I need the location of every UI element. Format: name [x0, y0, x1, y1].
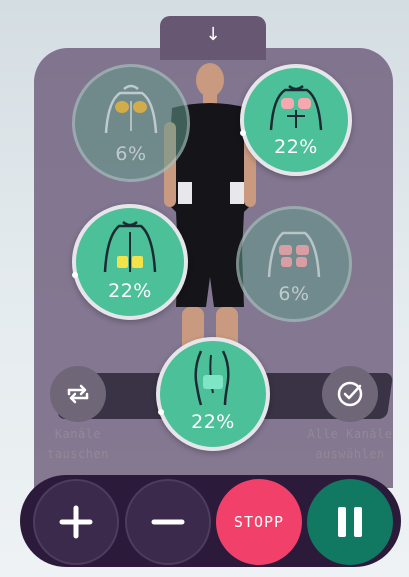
swap-arrows-icon — [67, 384, 89, 404]
increase-intensity-button[interactable] — [33, 479, 119, 565]
check-circle-icon — [337, 381, 363, 407]
plus-icon — [59, 505, 93, 539]
channel-percent: 6% — [278, 283, 310, 305]
channel-percent: 22% — [108, 280, 152, 302]
swap-channels-label: Kanäle tauschen — [18, 424, 138, 464]
channel-lower-back[interactable]: 22% — [72, 204, 188, 320]
legs-icon — [194, 350, 230, 406]
minus-icon — [151, 519, 185, 525]
channel-percent: 22% — [274, 136, 318, 158]
collapse-handle[interactable]: ↓ — [160, 16, 266, 60]
channel-percent: 6% — [115, 143, 147, 165]
app-screen: ↓ 6% 22% 22% 6% 22% Kanäle tauschen Alle… — [0, 0, 409, 577]
abdomen-icon — [267, 231, 321, 278]
swap-label-line1: Kanäle — [54, 427, 102, 441]
select-all-channels-button[interactable] — [322, 366, 378, 422]
channel-chest[interactable]: 22% — [240, 64, 352, 176]
level-indicator — [158, 409, 164, 415]
arrow-down-icon: ↓ — [205, 24, 221, 45]
lower-back-icon — [103, 221, 157, 273]
level-indicator — [240, 130, 246, 136]
swap-label-line2: tauschen — [47, 447, 109, 461]
pause-icon — [338, 507, 362, 537]
select-all-label-line1: Alle Kanäle — [307, 427, 393, 441]
channel-legs[interactable]: 22% — [156, 337, 270, 451]
select-all-label-line2: auswählen — [315, 447, 385, 461]
channel-percent: 22% — [191, 411, 235, 433]
stop-button[interactable]: STOPP — [216, 479, 302, 565]
upper-back-icon — [104, 84, 158, 134]
chest-icon — [269, 85, 323, 131]
channel-abdomen[interactable]: 6% — [236, 206, 352, 322]
swap-channels-button[interactable] — [50, 366, 106, 422]
decrease-intensity-button[interactable] — [125, 479, 211, 565]
stop-label: STOPP — [233, 513, 285, 531]
level-indicator — [72, 272, 78, 278]
channel-upper-back[interactable]: 6% — [72, 64, 190, 182]
pause-button[interactable] — [307, 479, 393, 565]
select-all-channels-label: Alle Kanäle auswählen — [290, 424, 409, 464]
